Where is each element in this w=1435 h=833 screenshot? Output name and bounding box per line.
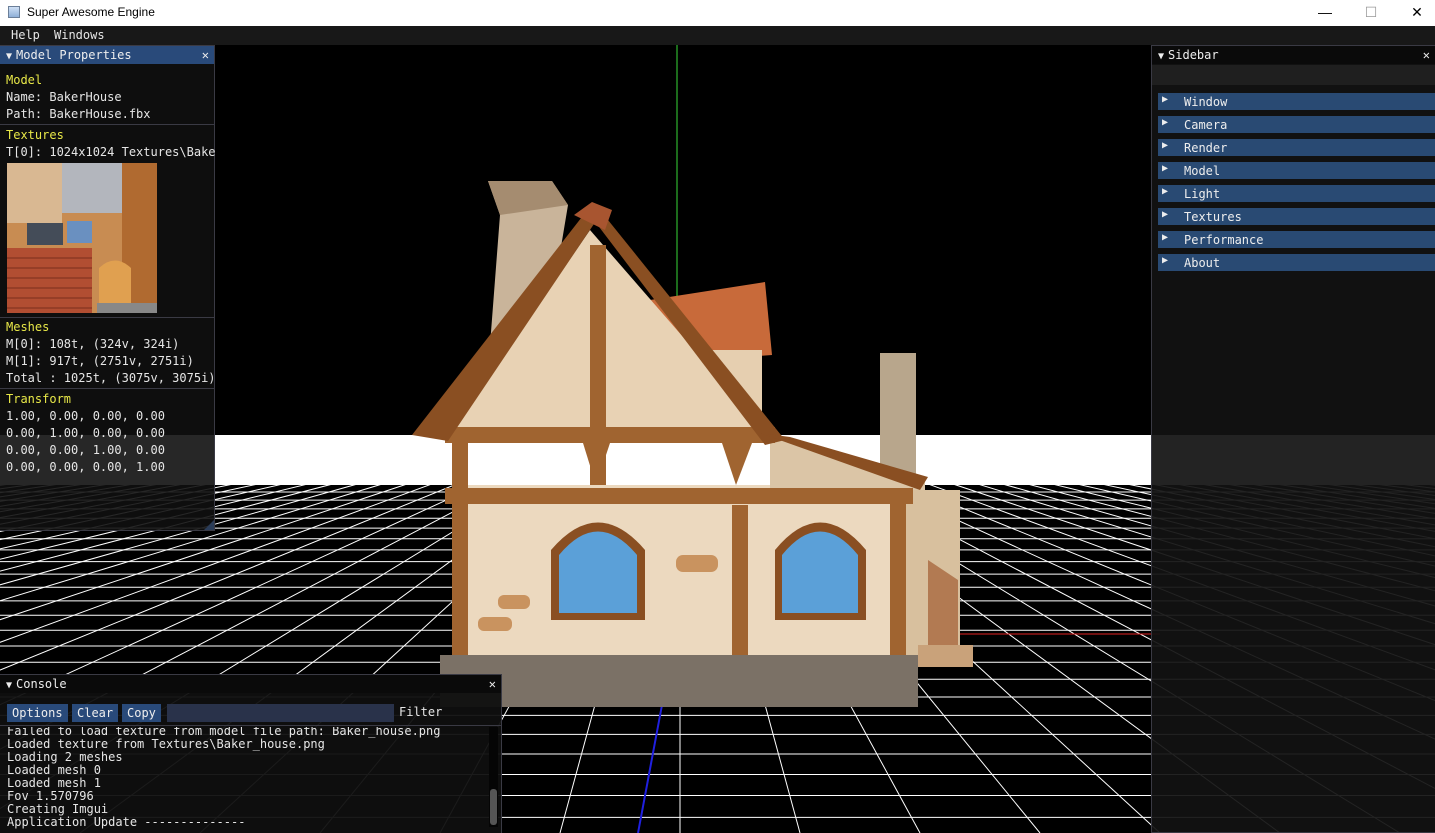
sidebar-menubar bbox=[1152, 65, 1435, 85]
expand-arrow-icon: ▶ bbox=[1162, 232, 1169, 243]
os-titlebar: Super Awesome Engine — ☐ ✕ bbox=[0, 0, 1435, 26]
transform-row: 1.00, 0.00, 0.00, 0.00 bbox=[6, 409, 165, 423]
texture-thumbnail bbox=[7, 163, 157, 313]
model-properties-window: ▼ Model Properties ✕ Model Name: BakerHou… bbox=[0, 45, 216, 531]
filter-input[interactable] bbox=[167, 704, 394, 722]
console-titlebar[interactable]: ▼ Console ✕ bbox=[0, 675, 501, 693]
expand-arrow-icon: ▶ bbox=[1162, 94, 1169, 105]
expand-arrow-icon: ▶ bbox=[1162, 255, 1169, 266]
sidebar-item-about[interactable]: ▶ About bbox=[1158, 254, 1435, 271]
transform-heading: Transform bbox=[6, 392, 72, 406]
console-window: ▼ Console ✕ Options Clear Copy Filter Fai… bbox=[0, 674, 502, 833]
log-line: Loaded texture from Textures\Baker_house… bbox=[7, 737, 325, 751]
expand-arrow-icon: ▶ bbox=[1162, 117, 1169, 128]
mesh-total: Total : 1025t, (3075v, 3075i) bbox=[6, 371, 216, 385]
divider bbox=[0, 388, 214, 389]
close-window-button[interactable]: ✕ bbox=[1394, 0, 1435, 26]
window-title: Super Awesome Engine bbox=[27, 5, 155, 19]
maximize-button[interactable]: ☐ bbox=[1348, 0, 1394, 26]
log-line: Application Update -------------- bbox=[7, 815, 246, 829]
close-icon[interactable]: ✕ bbox=[202, 46, 209, 64]
divider bbox=[0, 725, 501, 726]
meshes-heading: Meshes bbox=[6, 320, 50, 334]
filter-label: Filter bbox=[399, 705, 443, 719]
log-line: Fov 1.570796 bbox=[7, 789, 94, 803]
collapse-arrow-icon[interactable]: ▼ bbox=[1158, 51, 1164, 62]
expand-arrow-icon: ▶ bbox=[1162, 209, 1169, 220]
transform-row: 0.00, 0.00, 0.00, 1.00 bbox=[6, 460, 165, 474]
collapse-arrow-icon[interactable]: ▼ bbox=[6, 51, 12, 62]
z-axis-line bbox=[637, 704, 663, 833]
texture-info: T[0]: 1024x1024 Textures\Bake bbox=[6, 145, 216, 159]
sidebar-item-model[interactable]: ▶ Model bbox=[1158, 162, 1435, 179]
sidebar-window: ▼ Sidebar ✕ ▶ Window ▶ Camera ▶ Render ▶ Mode… bbox=[1151, 45, 1435, 833]
close-icon[interactable]: ✕ bbox=[489, 675, 496, 693]
model-properties-title: Model Properties bbox=[16, 48, 132, 62]
console-log[interactable]: Failed to load texture from model file p… bbox=[0, 727, 498, 831]
sidebar-item-render[interactable]: ▶ Render bbox=[1158, 139, 1435, 156]
resize-grip[interactable] bbox=[204, 520, 214, 530]
mesh-line: M[1]: 917t, (2751v, 2751i) bbox=[6, 354, 194, 368]
divider bbox=[0, 317, 214, 318]
transform-row: 0.00, 0.00, 1.00, 0.00 bbox=[6, 443, 165, 457]
minimize-button[interactable]: — bbox=[1302, 0, 1348, 26]
model-heading: Model bbox=[6, 73, 43, 87]
sidebar-titlebar[interactable]: ▼ Sidebar ✕ bbox=[1152, 46, 1435, 64]
sidebar-item-window[interactable]: ▶ Window bbox=[1158, 93, 1435, 110]
sidebar-item-performance[interactable]: ▶ Performance bbox=[1158, 231, 1435, 248]
expand-arrow-icon: ▶ bbox=[1162, 163, 1169, 174]
options-button[interactable]: Options bbox=[7, 704, 68, 722]
console-title: Console bbox=[16, 677, 67, 691]
app-icon bbox=[8, 6, 20, 18]
model-name: Name: BakerHouse bbox=[6, 90, 122, 104]
close-icon[interactable]: ✕ bbox=[1423, 46, 1430, 64]
copy-button[interactable]: Copy bbox=[122, 704, 161, 722]
log-line: Loaded mesh 0 bbox=[7, 763, 101, 777]
log-line: Loading 2 meshes bbox=[7, 750, 123, 764]
collapse-arrow-icon[interactable]: ▼ bbox=[6, 680, 12, 691]
model-path: Path: BakerHouse.fbx bbox=[6, 107, 151, 121]
textures-heading: Textures bbox=[6, 128, 64, 142]
model-properties-titlebar[interactable]: ▼ Model Properties ✕ bbox=[0, 46, 214, 64]
expand-arrow-icon: ▶ bbox=[1162, 186, 1169, 197]
sidebar-item-textures[interactable]: ▶ Textures bbox=[1158, 208, 1435, 225]
menu-help[interactable]: Help bbox=[11, 28, 40, 42]
log-line: Loaded mesh 1 bbox=[7, 776, 101, 790]
menu-bar: Help Windows bbox=[0, 26, 1435, 46]
sidebar-item-light[interactable]: ▶ Light bbox=[1158, 185, 1435, 202]
console-scrollbar[interactable] bbox=[489, 727, 498, 827]
menu-windows[interactable]: Windows bbox=[54, 28, 105, 42]
sidebar-item-camera[interactable]: ▶ Camera bbox=[1158, 116, 1435, 133]
expand-arrow-icon: ▶ bbox=[1162, 140, 1169, 151]
clear-button[interactable]: Clear bbox=[72, 704, 119, 722]
mesh-line: M[0]: 108t, (324v, 324i) bbox=[6, 337, 180, 351]
sidebar-title: Sidebar bbox=[1168, 48, 1219, 62]
transform-row: 0.00, 1.00, 0.00, 0.00 bbox=[6, 426, 165, 440]
log-line: Creating Imgui bbox=[7, 802, 109, 816]
divider bbox=[0, 124, 214, 125]
scrollbar-thumb[interactable] bbox=[490, 789, 497, 825]
